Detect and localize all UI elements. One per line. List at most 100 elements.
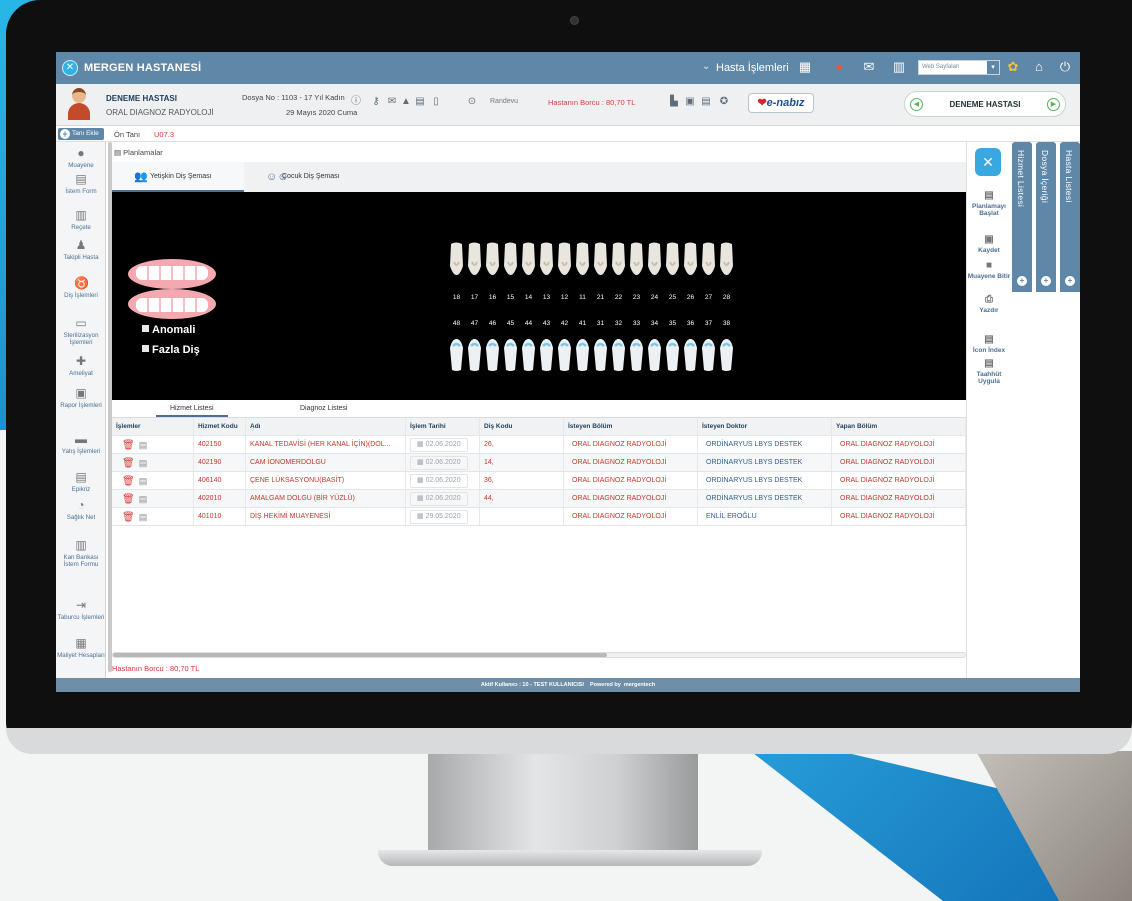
vtab-hizmet-listesi[interactable]: Hizmet Listesi + xyxy=(1012,142,1032,292)
print-button[interactable]: ⎙ Yazdır xyxy=(967,294,1011,314)
table-row[interactable]: 🗑 ▤ 406140 ÇENE LÜKSASYONU(BASİT) ▦ 02.06.20… xyxy=(112,472,966,490)
sidebar-item-sterilizasyon[interactable]: ▭ Sterilizasyon İşlemleri xyxy=(56,316,106,346)
next-patient-icon[interactable]: ▶ xyxy=(1047,98,1060,111)
col-yapan-bolum[interactable]: Yapan Bölüm xyxy=(832,418,966,436)
tooth-23[interactable] xyxy=(628,242,645,278)
sidebar-item-dis-islemleri[interactable]: ♉ Diş İşlemleri xyxy=(56,276,106,299)
col-adi[interactable]: Adı xyxy=(246,418,406,436)
col-hizmet-kodu[interactable]: Hizmet Kodu xyxy=(194,418,246,436)
legend-fazla-dis[interactable]: Fazla Diş xyxy=(142,344,200,356)
tooth-32[interactable] xyxy=(610,338,627,374)
sidebar-item-istem-form[interactable]: ▤ İstem Form xyxy=(56,172,106,195)
tooth-46[interactable] xyxy=(484,338,501,374)
col-islemler[interactable]: İşlemler xyxy=(112,418,194,436)
sidebar-item-epikriz[interactable]: ▤ Epikriz xyxy=(56,470,106,493)
tooth-12[interactable] xyxy=(556,242,573,278)
tooth-44[interactable] xyxy=(520,338,537,374)
date-field[interactable]: ▦ 02.06.2020 xyxy=(410,492,468,506)
tooth-43[interactable] xyxy=(538,338,555,374)
home-icon[interactable]: ⌂ xyxy=(1030,58,1048,76)
tab-child-chart[interactable]: ☺☺ Çocuk Diş Şeması xyxy=(244,162,384,192)
tooth-15[interactable] xyxy=(502,242,519,278)
add-diagnosis-button[interactable]: + Tanı Ekle xyxy=(58,128,104,140)
randevu-link[interactable]: Randevu xyxy=(490,98,518,105)
tooth-24[interactable] xyxy=(646,242,663,278)
tooth-22[interactable] xyxy=(610,242,627,278)
power-icon[interactable]: ⏻ xyxy=(1056,58,1074,76)
tooth-37[interactable] xyxy=(700,338,717,374)
document-icon[interactable]: ▤ xyxy=(414,96,426,108)
delete-icon[interactable]: 🗑 xyxy=(122,440,135,451)
tooth-16[interactable] xyxy=(484,242,501,278)
tooth-17[interactable] xyxy=(466,242,483,278)
apply-commitment-button[interactable]: ▤ Taahhüt Uygula xyxy=(967,358,1011,385)
table-row[interactable]: 🗑 ▤ 401010 DİŞ HEKİMİ MUAYENESİ ▦ 29.05.2020… xyxy=(112,508,966,526)
tooth-36[interactable] xyxy=(682,338,699,374)
hasta-islemleri-menu[interactable]: Hasta İşlemleri xyxy=(716,62,789,74)
table-row[interactable]: 🗑 ▤ 402190 CAM İONOMERDOLGU ▦ 02.06.2020 14, O… xyxy=(112,454,966,472)
vtab-hasta-listesi[interactable]: Hasta Listesi + xyxy=(1060,142,1080,292)
tooth-26[interactable] xyxy=(682,242,699,278)
delete-icon[interactable]: 🗑 xyxy=(122,476,135,487)
hospital-icon[interactable]: ▙ xyxy=(668,96,680,108)
report-icon[interactable]: ▯ xyxy=(430,96,442,108)
tooth-13[interactable] xyxy=(538,242,555,278)
pre-diagnosis-code[interactable]: U07.3 xyxy=(154,130,174,139)
previous-patient-icon[interactable]: ◀ xyxy=(910,98,923,111)
date-field[interactable]: ▦ 02.06.2020 xyxy=(410,456,468,470)
chart-icon[interactable]: ▥ xyxy=(890,58,908,76)
start-planning-button[interactable]: ▤ Planlamayı Başlat xyxy=(967,190,1011,217)
tooth-11[interactable] xyxy=(574,242,591,278)
tab-hizmet-listesi[interactable]: Hizmet Listesi xyxy=(156,405,228,417)
tooth-28[interactable] xyxy=(718,242,735,278)
tooth-35[interactable] xyxy=(664,338,681,374)
user-icon[interactable]: ● xyxy=(830,58,848,76)
info-icon[interactable]: ⓘ xyxy=(350,96,362,108)
tooth-14[interactable] xyxy=(520,242,537,278)
date-field[interactable]: ▦ 02.06.2020 xyxy=(410,438,468,452)
tooth-25[interactable] xyxy=(664,242,681,278)
tooth-18[interactable] xyxy=(448,242,465,278)
tooth-21[interactable] xyxy=(592,242,609,278)
tooth-48[interactable] xyxy=(448,338,465,374)
web-pages-select[interactable]: Web Sayfaları ▾ xyxy=(918,60,1000,75)
sidebar-item-muayene[interactable]: ● Muayene xyxy=(56,146,106,169)
icon-index-button[interactable]: ▤ İcon İndex xyxy=(967,334,1011,354)
tooth-34[interactable] xyxy=(646,338,663,374)
tooth-45[interactable] xyxy=(502,338,519,374)
warning-icon[interactable]: ▲ xyxy=(400,96,412,108)
scrollbar-thumb[interactable] xyxy=(113,653,607,657)
calendar-icon[interactable]: ▦ xyxy=(796,58,814,76)
edit-icon[interactable]: ▤ xyxy=(139,494,148,504)
end-exam-button[interactable]: ■ Muayene Bitir xyxy=(967,260,1011,280)
delete-icon[interactable]: 🗑 xyxy=(122,494,135,505)
vtab-dosya-icerigi[interactable]: Dosya İçeriği + xyxy=(1036,142,1056,292)
legend-anomali[interactable]: Anomali xyxy=(142,324,195,336)
sidebar-item-yatis[interactable]: ▬ Yatış İşlemleri xyxy=(56,432,106,455)
color-wheel-icon[interactable]: ✿ xyxy=(1004,58,1022,76)
table-row[interactable]: 🗑 ▤ 402010 AMALGAM DOLGU (BİR YÜZLÜ) ▦ 02.06… xyxy=(112,490,966,508)
tooth-47[interactable] xyxy=(466,338,483,374)
save-button[interactable]: ▣ Kaydet xyxy=(967,234,1011,254)
sidebar-item-kan-bankasi[interactable]: ▥ Kan Bankası İstem Formu xyxy=(56,538,106,568)
list-icon[interactable]: ▤ xyxy=(700,96,712,108)
col-islem-tarihi[interactable]: İşlem Tarihi xyxy=(406,418,480,436)
edit-icon[interactable]: ▤ xyxy=(139,458,148,468)
sidebar-item-takipli-hasta[interactable]: ♟ Takipli Hasta xyxy=(56,238,106,261)
col-dis-kodu[interactable]: Diş Kodu xyxy=(480,418,564,436)
tooth-27[interactable] xyxy=(700,242,717,278)
col-isteyen-bolum[interactable]: İsteyen Bölüm xyxy=(564,418,698,436)
tab-adult-chart[interactable]: 👥 Yetişkin Diş Şeması xyxy=(112,162,244,192)
tooth-33[interactable] xyxy=(628,338,645,374)
sidebar-item-recete[interactable]: ▥ Reçete xyxy=(56,208,106,231)
horizontal-scrollbar[interactable] xyxy=(112,652,966,658)
mail-icon[interactable]: ✉ xyxy=(386,96,398,108)
key-icon[interactable]: ⚷ xyxy=(370,96,382,108)
tooth-42[interactable] xyxy=(556,338,573,374)
location-icon[interactable]: ⊙ xyxy=(466,96,478,108)
clipboard-icon[interactable]: ▣ xyxy=(684,96,696,108)
edit-icon[interactable]: ▤ xyxy=(139,512,148,522)
delete-icon[interactable]: 🗑 xyxy=(122,458,135,469)
sidebar-item-saglik-net[interactable]: ◔ Sağlık Net xyxy=(56,498,106,521)
tab-diagnoz-listesi[interactable]: Diagnoz Listesi xyxy=(286,405,361,415)
